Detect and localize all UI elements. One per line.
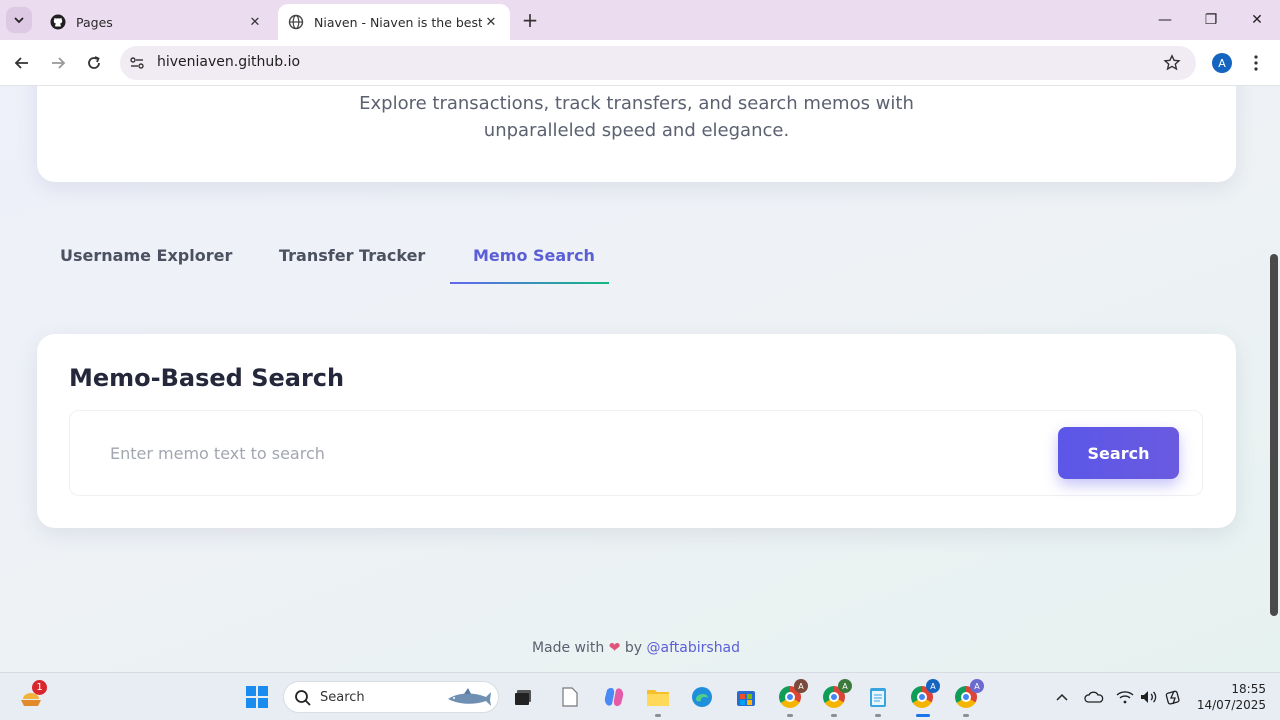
heart-icon: ❤ bbox=[608, 640, 621, 656]
running-indicator bbox=[875, 714, 881, 717]
search-box: Search bbox=[69, 410, 1203, 496]
notification-badge: 1 bbox=[32, 680, 47, 695]
new-tab-icon[interactable]: + bbox=[518, 8, 542, 32]
file-explorer-icon[interactable] bbox=[644, 683, 672, 717]
scrollbar-thumb[interactable] bbox=[1270, 254, 1278, 616]
close-tab-icon[interactable]: ✕ bbox=[246, 13, 264, 31]
window-controls: — ❐ ✕ bbox=[1142, 0, 1280, 40]
globe-icon bbox=[288, 14, 304, 30]
tab-memo-search[interactable]: Memo Search bbox=[450, 236, 609, 284]
footer-text: Made with bbox=[531, 640, 605, 656]
site-info-icon[interactable] bbox=[128, 54, 146, 72]
footer-text: by bbox=[624, 640, 643, 656]
chevron-down-icon bbox=[14, 17, 24, 24]
tab-title: Niaven - Niaven is the best plat bbox=[314, 14, 482, 30]
running-indicator bbox=[916, 714, 930, 717]
chrome-profile-icon[interactable]: A bbox=[776, 679, 808, 717]
feature-tabs: Username Explorer Transfer Tracker Memo … bbox=[40, 236, 609, 284]
clock-date: 14/07/2025 bbox=[1196, 698, 1266, 712]
hero-subtitle-line: Explore transactions, track transfers, a… bbox=[359, 93, 914, 114]
browser-tab-strip: Pages ✕ Niaven - Niaven is the best plat… bbox=[0, 0, 1280, 40]
shark-illustration-icon bbox=[448, 688, 491, 706]
task-view-icon[interactable] bbox=[510, 683, 538, 711]
windows-start-icon[interactable] bbox=[246, 686, 268, 708]
page-footer: Made with ❤ by @aftabirshad bbox=[0, 640, 1272, 656]
github-icon bbox=[50, 14, 66, 30]
windows-taskbar: 1 Search A A A A 18:55 14/07/2025 bbox=[0, 672, 1280, 720]
tab-title: Pages bbox=[76, 14, 113, 30]
running-indicator bbox=[963, 714, 969, 717]
reload-icon[interactable] bbox=[82, 51, 106, 75]
address-bar[interactable]: hiveniaven.github.io bbox=[120, 46, 1196, 80]
back-icon[interactable] bbox=[10, 51, 34, 75]
clock-time: 18:55 bbox=[1231, 682, 1266, 696]
wifi-icon[interactable] bbox=[1116, 687, 1134, 707]
hero-subtitle: Explore transactions, track transfers, a… bbox=[37, 90, 1236, 144]
chevron-up-icon[interactable] bbox=[1054, 687, 1070, 707]
more-menu-icon[interactable] bbox=[1248, 52, 1264, 74]
browser-tab-niaven[interactable]: Niaven - Niaven is the best plat ✕ bbox=[278, 4, 510, 40]
system-clock[interactable]: 18:55 14/07/2025 bbox=[1196, 681, 1266, 713]
scrollbar[interactable] bbox=[1268, 86, 1280, 672]
search-icon bbox=[295, 690, 311, 706]
taskbar-search-label: Search bbox=[320, 690, 365, 705]
profile-badge: A bbox=[926, 679, 940, 693]
hero-card: Explore transactions, track transfers, a… bbox=[37, 86, 1236, 182]
running-indicator bbox=[831, 714, 837, 717]
notepad-icon[interactable] bbox=[864, 683, 892, 717]
url-text: hiveniaven.github.io bbox=[157, 54, 301, 70]
copilot-icon[interactable] bbox=[600, 683, 628, 711]
browser-toolbar: hiveniaven.github.io A bbox=[0, 40, 1280, 86]
profile-badge: A bbox=[794, 679, 808, 693]
author-link[interactable]: @aftabirshad bbox=[647, 640, 741, 656]
browser-tab-pages[interactable]: Pages ✕ bbox=[40, 4, 274, 40]
tab-username-explorer[interactable]: Username Explorer bbox=[40, 236, 240, 284]
close-window-icon[interactable]: ✕ bbox=[1234, 0, 1280, 40]
tab-search-button[interactable] bbox=[6, 7, 32, 33]
chrome-profile-icon[interactable]: A bbox=[952, 679, 984, 717]
taskbar-search[interactable]: Search bbox=[283, 681, 499, 713]
battery-charging-icon[interactable] bbox=[1164, 687, 1184, 707]
chrome-profile-icon[interactable]: A bbox=[908, 679, 940, 717]
running-indicator bbox=[787, 714, 793, 717]
profile-badge: A bbox=[838, 679, 852, 693]
microsoft-store-icon[interactable] bbox=[732, 683, 760, 711]
minimize-icon[interactable]: — bbox=[1142, 0, 1188, 40]
memo-search-input[interactable] bbox=[94, 433, 994, 473]
profile-badge: A bbox=[970, 679, 984, 693]
forward-icon[interactable] bbox=[46, 51, 70, 75]
page-viewport: Explore transactions, track transfers, a… bbox=[0, 86, 1280, 672]
running-indicator bbox=[655, 714, 661, 717]
tab-transfer-tracker[interactable]: Transfer Tracker bbox=[240, 236, 450, 284]
search-button[interactable]: Search bbox=[1058, 427, 1179, 479]
memo-search-card: Memo-Based Search Search bbox=[37, 334, 1236, 528]
profile-avatar[interactable]: A bbox=[1212, 53, 1232, 73]
hero-subtitle-line: unparalleled speed and elegance. bbox=[483, 120, 790, 141]
close-tab-icon[interactable]: ✕ bbox=[482, 13, 500, 31]
chrome-profile-icon[interactable]: A bbox=[820, 679, 852, 717]
volume-icon[interactable] bbox=[1140, 687, 1158, 707]
restore-icon[interactable]: ❐ bbox=[1188, 0, 1234, 40]
edge-icon[interactable] bbox=[688, 683, 716, 711]
bookmark-star-icon[interactable] bbox=[1162, 53, 1182, 73]
section-title: Memo-Based Search bbox=[69, 364, 345, 392]
onedrive-cloud-icon[interactable] bbox=[1084, 687, 1104, 707]
blank-document-icon[interactable] bbox=[556, 683, 584, 711]
weather-widget[interactable]: 1 bbox=[18, 680, 47, 710]
